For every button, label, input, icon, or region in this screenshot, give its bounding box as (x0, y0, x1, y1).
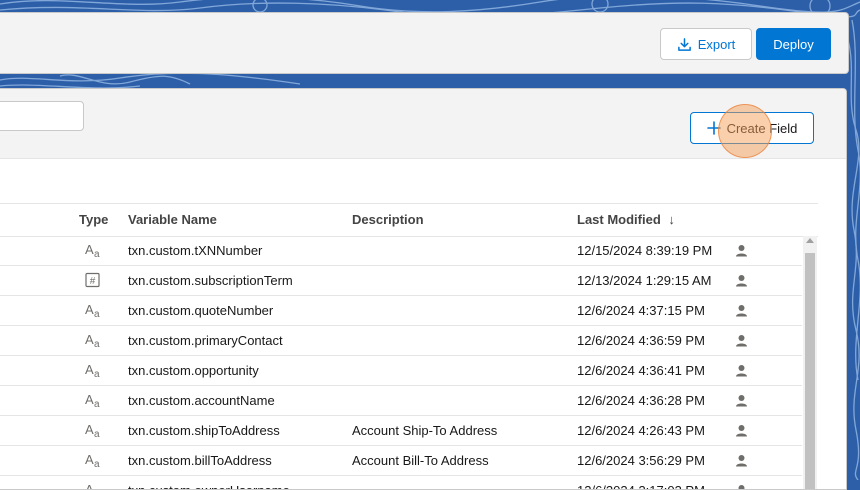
user-icon[interactable] (735, 274, 748, 287)
text-type-icon: Aa (84, 482, 102, 490)
svg-text:a: a (94, 429, 100, 439)
click-indicator (718, 104, 772, 158)
scroll-thumb[interactable] (805, 253, 815, 489)
svg-text:A: A (85, 242, 94, 257)
column-header-last-modified[interactable]: Last Modified ↓ (577, 204, 675, 236)
export-button[interactable]: Export (660, 28, 752, 60)
user-icon[interactable] (735, 394, 748, 407)
last-modified: 12/6/2024 4:37:15 PM (577, 303, 705, 318)
svg-text:#: # (90, 276, 96, 287)
scrollbar[interactable] (803, 236, 817, 489)
search-input[interactable] (0, 101, 84, 131)
export-label: Export (697, 36, 736, 52)
variable-name[interactable]: txn.custom.quoteNumber (128, 296, 273, 325)
table-row[interactable]: Aa txn.custom.opportunity 12/6/2024 4:36:4… (0, 356, 802, 386)
table-row[interactable]: Aa txn.custom.shipToAddress Account Ship-T… (0, 416, 802, 446)
user-icon[interactable] (735, 334, 748, 347)
deploy-label: Deploy (773, 36, 814, 52)
user-icon[interactable] (735, 244, 748, 257)
table-row[interactable]: Aa txn.custom.quoteNumber 12/6/2024 4:37:1… (0, 296, 802, 326)
variable-name[interactable]: txn.custom.primaryContact (128, 326, 283, 355)
last-modified: 12/6/2024 4:36:28 PM (577, 393, 705, 408)
text-type-icon: Aa (84, 242, 102, 260)
table-row[interactable]: Aa txn.custom.primaryContact 12/6/2024 4:3… (0, 326, 802, 356)
user-icon[interactable] (735, 454, 748, 467)
svg-text:A: A (85, 362, 94, 377)
svg-text:a: a (94, 309, 100, 319)
scroll-up-arrow[interactable] (806, 238, 814, 243)
variable-name[interactable]: txn.custom.accountName (128, 386, 275, 415)
table-header: Type Variable Name Description Last Modi… (0, 203, 818, 237)
last-modified: 12/6/2024 4:36:41 PM (577, 363, 705, 378)
last-modified: 12/6/2024 4:36:59 PM (577, 333, 705, 348)
text-type-icon: Aa (84, 302, 102, 320)
svg-text:a: a (94, 339, 100, 349)
svg-text:A: A (85, 392, 94, 407)
user-icon[interactable] (735, 304, 748, 317)
svg-text:a: a (94, 369, 100, 379)
last-modified: 12/15/2024 8:39:19 PM (577, 243, 713, 258)
text-type-icon: Aa (84, 362, 102, 380)
field-description: Account Ship-To Address (352, 423, 498, 438)
user-icon[interactable] (735, 484, 748, 489)
text-type-icon: Aa (84, 332, 102, 350)
svg-text:a: a (94, 459, 100, 469)
variable-name[interactable]: txn.custom.ownerUsername (128, 476, 290, 489)
variable-name[interactable]: txn.custom.shipToAddress (128, 416, 280, 445)
deploy-button[interactable]: Deploy (756, 28, 831, 60)
table-row[interactable]: # txn.custom.subscriptionTerm 12/13/2024 1… (0, 266, 802, 296)
column-header-variable-name[interactable]: Variable Name (128, 204, 217, 236)
variable-name[interactable]: txn.custom.billToAddress (128, 446, 272, 475)
user-icon[interactable] (735, 364, 748, 377)
last-modified-label: Last Modified (577, 212, 661, 227)
table-row[interactable]: Aa txn.custom.ownerUsername 12/6/2024 3:17… (0, 476, 802, 490)
variable-name[interactable]: txn.custom.opportunity (128, 356, 259, 385)
svg-text:A: A (85, 482, 94, 490)
fields-panel: Create Field Type Variable Name Descript… (0, 88, 847, 490)
last-modified: 12/6/2024 3:17:03 PM (577, 476, 705, 489)
svg-text:A: A (85, 452, 94, 467)
user-icon[interactable] (735, 424, 748, 437)
last-modified: 12/6/2024 3:56:29 PM (577, 453, 705, 468)
number-type-icon: # (84, 272, 102, 289)
variable-name[interactable]: txn.custom.tXNNumber (128, 236, 262, 265)
svg-text:a: a (94, 249, 100, 259)
header-card: Export Deploy (0, 12, 849, 74)
text-type-icon: Aa (84, 452, 102, 470)
table-row[interactable]: Aa txn.custom.accountName 12/6/2024 4:36:2… (0, 386, 802, 416)
column-header-description[interactable]: Description (352, 204, 424, 236)
text-type-icon: Aa (84, 422, 102, 440)
download-icon (677, 37, 691, 51)
table-body: Aa txn.custom.tXNNumber 12/15/2024 8:39:19… (0, 236, 802, 490)
column-header-type[interactable]: Type (79, 204, 108, 236)
table-row[interactable]: Aa txn.custom.billToAddress Account Bill-T… (0, 446, 802, 476)
field-description: Account Bill-To Address (352, 453, 489, 468)
svg-text:A: A (85, 332, 94, 347)
last-modified: 12/6/2024 4:26:43 PM (577, 423, 705, 438)
svg-text:a: a (94, 399, 100, 409)
svg-text:A: A (85, 422, 94, 437)
variable-name[interactable]: txn.custom.subscriptionTerm (128, 266, 293, 295)
text-type-icon: Aa (84, 392, 102, 410)
last-modified: 12/13/2024 1:29:15 AM (577, 273, 712, 288)
svg-text:A: A (85, 302, 94, 317)
sort-descending-icon: ↓ (668, 212, 675, 227)
table-row[interactable]: Aa txn.custom.tXNNumber 12/15/2024 8:39:19… (0, 236, 802, 266)
